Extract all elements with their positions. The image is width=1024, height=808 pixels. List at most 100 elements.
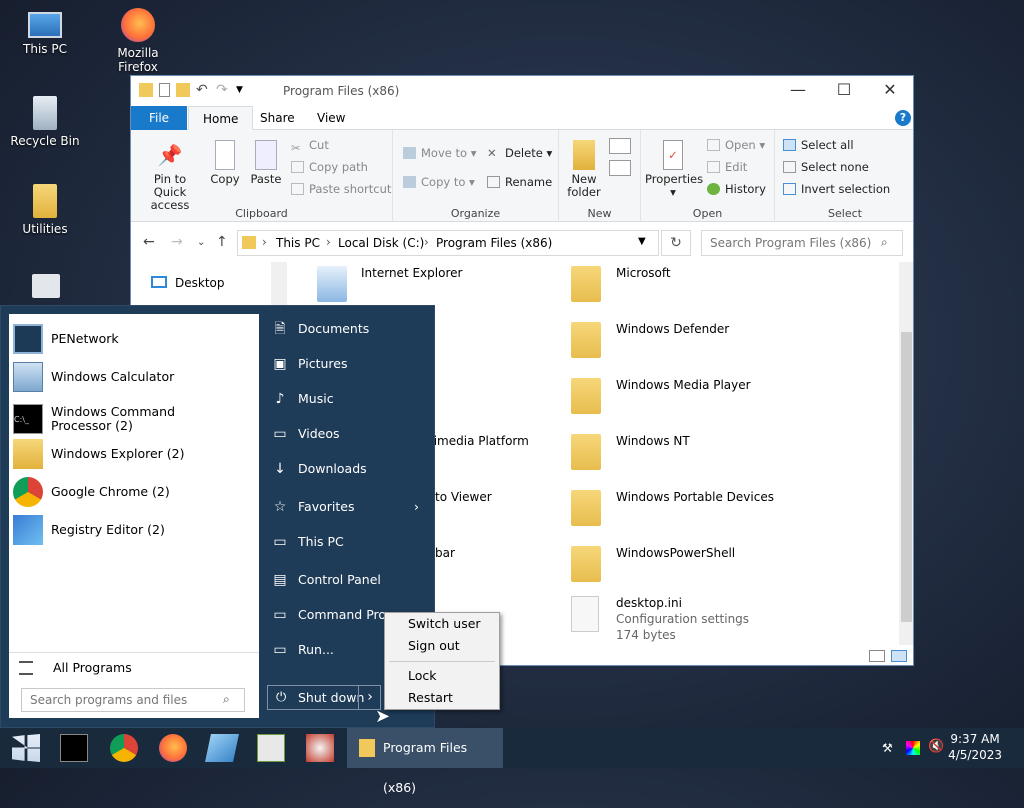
file-item[interactable]: Microsoft: [616, 266, 671, 280]
file-item-desktop-ini[interactable]: desktop.ini Configuration settings 174 b…: [616, 596, 749, 642]
start-item-favorites[interactable]: ☆ Favorites ›: [268, 491, 433, 523]
paste-button[interactable]: Paste: [247, 140, 285, 186]
select-none-button[interactable]: Select none: [781, 158, 869, 176]
details-view-icon[interactable]: [869, 650, 885, 662]
menu-item-switch-user[interactable]: Switch user: [385, 613, 499, 635]
desktop-icon-utilities[interactable]: Utilities: [5, 184, 85, 236]
properties-icon[interactable]: [159, 83, 170, 97]
select-all-button[interactable]: Select all: [781, 136, 854, 154]
paste-shortcut-button[interactable]: Paste shortcut: [289, 180, 391, 198]
program-windows-explorer[interactable]: Windows Explorer (2): [9, 436, 259, 472]
task-manager-icon[interactable]: [257, 734, 285, 762]
display-icon[interactable]: [906, 741, 920, 755]
breadcrumb-this-pc[interactable]: This PC: [276, 236, 320, 250]
file-item[interactable]: WindowsPowerShell: [616, 546, 735, 560]
copy-path-button[interactable]: Copy path: [289, 158, 368, 176]
desktop-icon-this-pc[interactable]: This PC: [5, 8, 85, 56]
properties-button[interactable]: ✓ Properties ▾: [645, 140, 703, 199]
start-button[interactable]: [12, 734, 40, 762]
close-button[interactable]: ✕: [867, 76, 913, 106]
program-penetwork[interactable]: PENetwork: [9, 321, 259, 357]
rename-button[interactable]: Rename: [485, 173, 552, 191]
all-programs-button[interactable]: All Programs: [9, 650, 259, 686]
file-item[interactable]: Windows Defender: [616, 322, 729, 336]
chrome-icon[interactable]: [110, 734, 138, 762]
nav-item-desktop[interactable]: Desktop: [175, 276, 225, 290]
undo-icon[interactable]: ↶: [196, 83, 210, 97]
redo-icon[interactable]: ↷: [216, 83, 230, 97]
menu-item-restart[interactable]: Restart: [385, 687, 499, 709]
file-item[interactable]: bar: [435, 546, 455, 560]
start-item-control-panel[interactable]: ▤ Control Panel: [268, 564, 433, 596]
new-folder-icon[interactable]: [176, 83, 190, 97]
edit-button[interactable]: Edit: [705, 158, 747, 176]
system-clock[interactable]: 9:37 AM 4/5/2023: [948, 731, 1002, 763]
start-item-videos[interactable]: ▭ Videos: [268, 418, 433, 450]
firefox-icon[interactable]: [159, 734, 187, 762]
taskbar-window-explorer[interactable]: Program Files (x86): [347, 728, 503, 795]
tab-view[interactable]: View: [303, 106, 359, 130]
copy-button[interactable]: Copy: [207, 140, 243, 186]
content-scrollbar[interactable]: [899, 262, 913, 645]
notepad-icon[interactable]: [205, 734, 239, 762]
easy-access-icon[interactable]: [609, 160, 631, 176]
tab-file[interactable]: File: [131, 106, 187, 130]
program-registry-editor[interactable]: Registry Editor (2): [9, 512, 259, 548]
move-to-button[interactable]: Move to ▾: [401, 144, 476, 162]
start-item-pictures[interactable]: ▣ Pictures: [268, 348, 433, 380]
volume-muted-icon[interactable]: 🔇: [928, 739, 944, 754]
file-item[interactable]: Windows NT: [616, 434, 690, 448]
file-item[interactable]: Internet Explorer: [361, 266, 462, 280]
start-item-this-pc[interactable]: ▭ This PC: [268, 526, 433, 558]
minimize-button[interactable]: —: [775, 76, 821, 106]
start-search-input[interactable]: Search programs and files: [21, 688, 245, 712]
pin-quick-access-button[interactable]: 📌 Pin to Quick access: [137, 140, 203, 212]
settings-app-icon[interactable]: [32, 274, 60, 298]
large-icons-view-icon[interactable]: [891, 650, 907, 662]
cut-button[interactable]: ✂ Cut: [289, 136, 329, 155]
forward-button[interactable]: →: [171, 234, 183, 250]
desktop-icon-firefox[interactable]: Mozilla Firefox: [98, 8, 178, 74]
program-calculator[interactable]: Windows Calculator: [9, 359, 259, 395]
menu-item-sign-out[interactable]: Sign out: [385, 635, 499, 657]
address-bar[interactable]: › This PC › Local Disk (C:) › Program Fi…: [237, 230, 659, 256]
delete-button[interactable]: ✕ Delete ▾: [485, 144, 552, 162]
start-item-command-prompt[interactable]: ▭Command Prom: [268, 599, 384, 631]
desktop-icon-recycle-bin[interactable]: Recycle Bin: [5, 96, 85, 148]
network-icon[interactable]: ⚒: [882, 741, 896, 755]
file-item[interactable]: Windows Portable Devices: [616, 490, 774, 504]
refresh-button[interactable]: ↻: [661, 230, 691, 256]
breadcrumb-local-disk[interactable]: Local Disk (C:): [338, 236, 424, 250]
start-item-documents[interactable]: 🗎 Documents: [268, 313, 433, 345]
menu-item-lock[interactable]: Lock: [385, 665, 499, 687]
terminal-icon[interactable]: [60, 734, 88, 762]
invert-selection-button[interactable]: Invert selection: [781, 180, 890, 198]
start-item-run[interactable]: ▭ Run...: [268, 634, 384, 666]
paint-icon[interactable]: [306, 734, 334, 762]
program-command-processor[interactable]: C:\_ Windows Command Processor (2): [9, 398, 259, 440]
chevron-down-icon[interactable]: ▼: [236, 83, 250, 97]
back-button[interactable]: ←: [143, 234, 155, 250]
start-item-downloads[interactable]: ↓ Downloads: [268, 453, 433, 485]
new-item-icon[interactable]: [609, 138, 631, 154]
new-folder-button[interactable]: New folder: [563, 140, 605, 199]
breadcrumb-program-files[interactable]: Program Files (x86): [436, 236, 552, 250]
chevron-down-icon[interactable]: ▼: [638, 236, 646, 247]
up-button[interactable]: ↑: [216, 234, 228, 250]
paste-icon: [255, 140, 277, 170]
start-item-music[interactable]: ♪ Music: [268, 383, 433, 415]
file-item[interactable]: timedia Platform: [429, 434, 529, 448]
tab-home[interactable]: Home: [188, 106, 254, 130]
scrollbar-thumb[interactable]: [901, 332, 912, 622]
tab-share[interactable]: Share: [246, 106, 309, 130]
maximize-button[interactable]: ☐: [821, 76, 867, 106]
program-google-chrome[interactable]: Google Chrome (2): [9, 474, 259, 510]
file-item[interactable]: Windows Media Player: [616, 378, 751, 392]
open-button[interactable]: Open ▾: [705, 136, 765, 154]
file-item[interactable]: to Viewer: [435, 490, 492, 504]
help-icon[interactable]: ?: [895, 110, 911, 126]
copy-to-button[interactable]: Copy to ▾: [401, 173, 475, 191]
history-button[interactable]: History: [705, 180, 766, 198]
search-input[interactable]: Search Program Files (x86): [701, 230, 903, 256]
recent-locations-button[interactable]: ⌄: [197, 237, 205, 248]
